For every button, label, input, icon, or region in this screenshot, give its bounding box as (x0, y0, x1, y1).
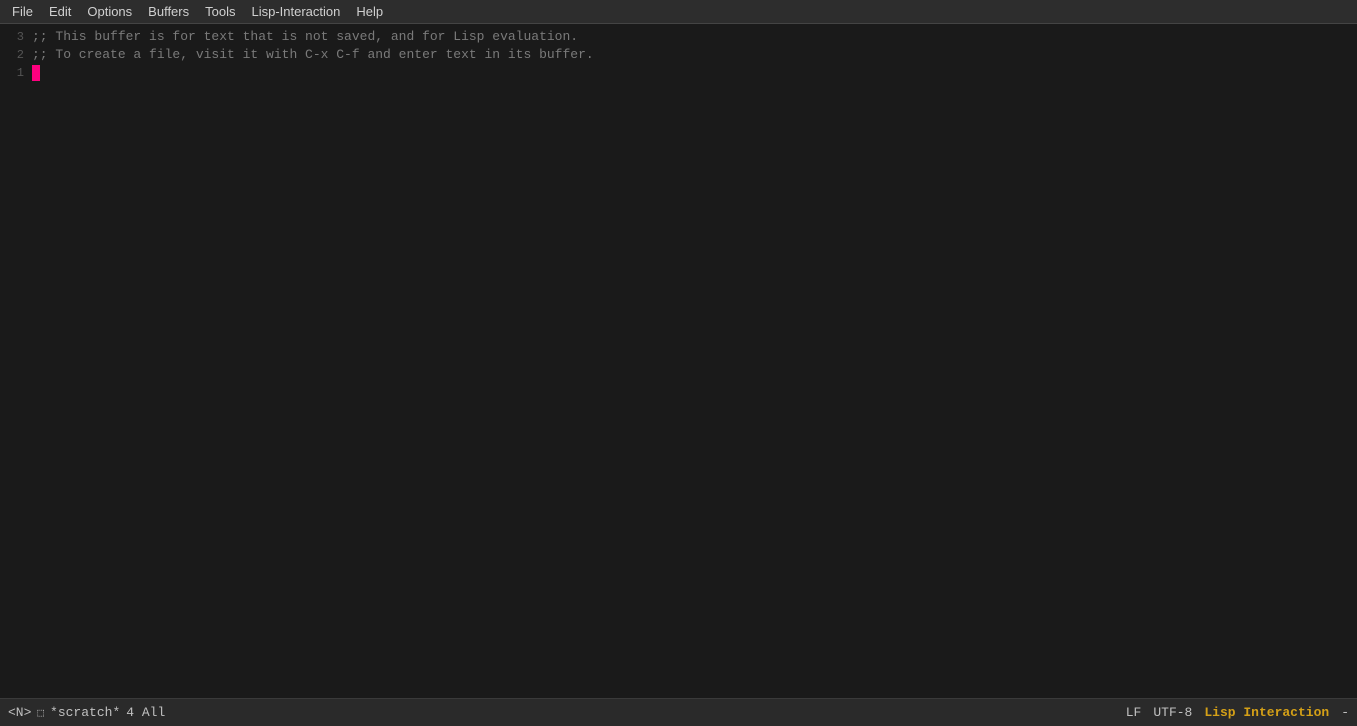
status-line-ending: LF (1126, 705, 1142, 720)
status-end-marker: - (1341, 705, 1349, 720)
editor-line-3: 1 (8, 64, 1349, 82)
line-content-1: ;; This buffer is for text that is not s… (32, 28, 578, 46)
menu-tools[interactable]: Tools (197, 2, 243, 21)
menu-options[interactable]: Options (79, 2, 140, 21)
line-number-2: 2 (8, 46, 24, 64)
status-left: <N> ⬚ *scratch* 4 All (8, 705, 165, 720)
status-buffer-name[interactable]: *scratch* (50, 705, 120, 720)
menu-lisp-interaction[interactable]: Lisp-Interaction (243, 2, 348, 21)
menu-buffers[interactable]: Buffers (140, 2, 197, 21)
status-right: LF UTF-8 Lisp Interaction - (1126, 705, 1349, 720)
status-position: 4 All (126, 705, 165, 720)
status-encoding: UTF-8 (1153, 705, 1192, 720)
editor-line-1: 3 ;; This buffer is for text that is not… (8, 28, 1349, 46)
menu-edit[interactable]: Edit (41, 2, 79, 21)
status-buffer-indicator: <N> (8, 705, 31, 720)
line-content-3 (32, 64, 40, 82)
line-number-3: 1 (8, 64, 24, 82)
status-buffer-icon: ⬚ (37, 706, 44, 720)
text-cursor (32, 65, 40, 81)
menubar: File Edit Options Buffers Tools Lisp-Int… (0, 0, 1357, 24)
line-number-1: 3 (8, 28, 24, 46)
status-mode[interactable]: Lisp Interaction (1204, 705, 1329, 720)
menu-file[interactable]: File (4, 2, 41, 21)
menu-help[interactable]: Help (348, 2, 391, 21)
editor-line-2: 2 ;; To create a file, visit it with C-x… (8, 46, 1349, 64)
line-content-2: ;; To create a file, visit it with C-x C… (32, 46, 594, 64)
statusbar: <N> ⬚ *scratch* 4 All LF UTF-8 Lisp Inte… (0, 698, 1357, 726)
editor-area[interactable]: 3 ;; This buffer is for text that is not… (0, 24, 1357, 698)
